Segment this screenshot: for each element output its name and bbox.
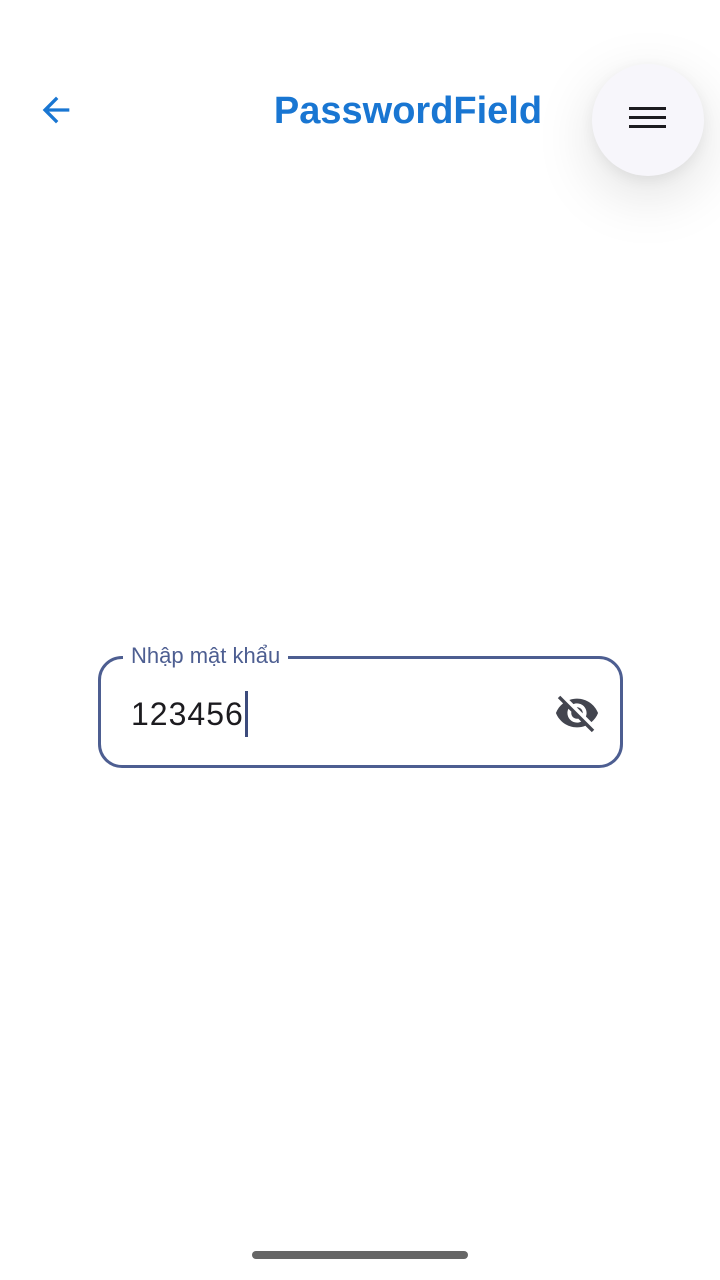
app-bar: PasswordField	[0, 48, 720, 176]
menu-icon	[628, 98, 668, 143]
visibility-off-icon	[554, 690, 600, 741]
arrow-back-icon	[36, 90, 76, 135]
password-input[interactable]: 123456	[131, 689, 248, 739]
text-cursor	[244, 691, 248, 737]
password-field-label: Nhập mật khẩu	[123, 639, 289, 673]
visibility-toggle-button[interactable]	[549, 687, 605, 743]
password-field[interactable]: Nhập mật khẩu 123456	[98, 639, 623, 768]
screen: PasswordField Nhập mật khẩu 123456	[0, 0, 720, 1280]
password-value: 123456	[131, 696, 244, 732]
back-button[interactable]	[28, 88, 84, 136]
page-title: PasswordField	[273, 90, 543, 132]
home-indicator[interactable]	[252, 1251, 468, 1259]
menu-button[interactable]	[592, 64, 704, 176]
